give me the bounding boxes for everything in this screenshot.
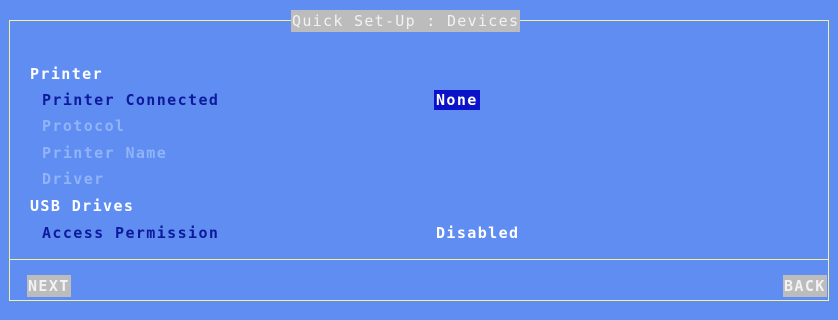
access-permission-value[interactable]: Disabled xyxy=(436,223,519,243)
access-permission-label[interactable]: Access Permission xyxy=(42,223,219,243)
section-printer-heading: Printer xyxy=(30,65,104,83)
next-button[interactable]: NEXT xyxy=(27,275,71,297)
back-button[interactable]: BACK xyxy=(783,275,827,297)
quick-setup-devices-screen: Quick Set-Up : Devices Printer Printer C… xyxy=(0,0,838,320)
protocol-label: Protocol xyxy=(42,117,126,135)
printer-connected-label[interactable]: Printer Connected xyxy=(42,90,219,110)
printer-connected-value[interactable]: None xyxy=(434,90,480,110)
footer-divider xyxy=(9,259,829,260)
printer-name-label: Printer Name xyxy=(42,144,168,162)
driver-label: Driver xyxy=(42,170,105,188)
dialog-title: Quick Set-Up : Devices xyxy=(291,10,521,32)
section-usb-heading: USB Drives xyxy=(30,197,135,215)
